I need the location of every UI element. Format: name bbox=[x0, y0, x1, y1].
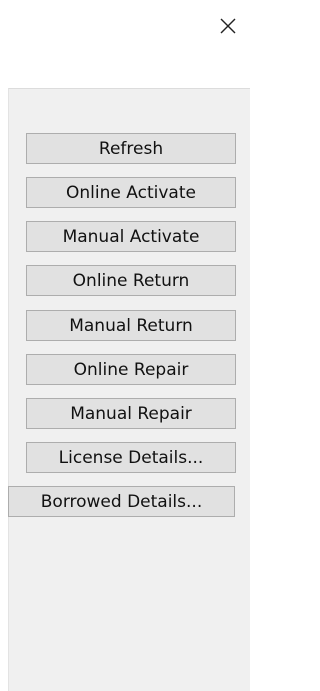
license-window: Refresh Online Activate Manual Activate … bbox=[0, 0, 250, 691]
manual-return-button[interactable]: Manual Return bbox=[26, 310, 236, 341]
close-icon bbox=[220, 18, 236, 34]
license-details-button[interactable]: License Details... bbox=[26, 442, 236, 473]
manual-activate-button[interactable]: Manual Activate bbox=[26, 221, 236, 252]
refresh-button[interactable]: Refresh bbox=[26, 133, 236, 164]
borrowed-details-button[interactable]: Borrowed Details... bbox=[8, 486, 235, 517]
close-button[interactable] bbox=[212, 10, 244, 42]
online-repair-button[interactable]: Online Repair bbox=[26, 354, 236, 385]
online-activate-button[interactable]: Online Activate bbox=[26, 177, 236, 208]
manual-repair-button[interactable]: Manual Repair bbox=[26, 398, 236, 429]
online-return-button[interactable]: Online Return bbox=[26, 265, 236, 296]
